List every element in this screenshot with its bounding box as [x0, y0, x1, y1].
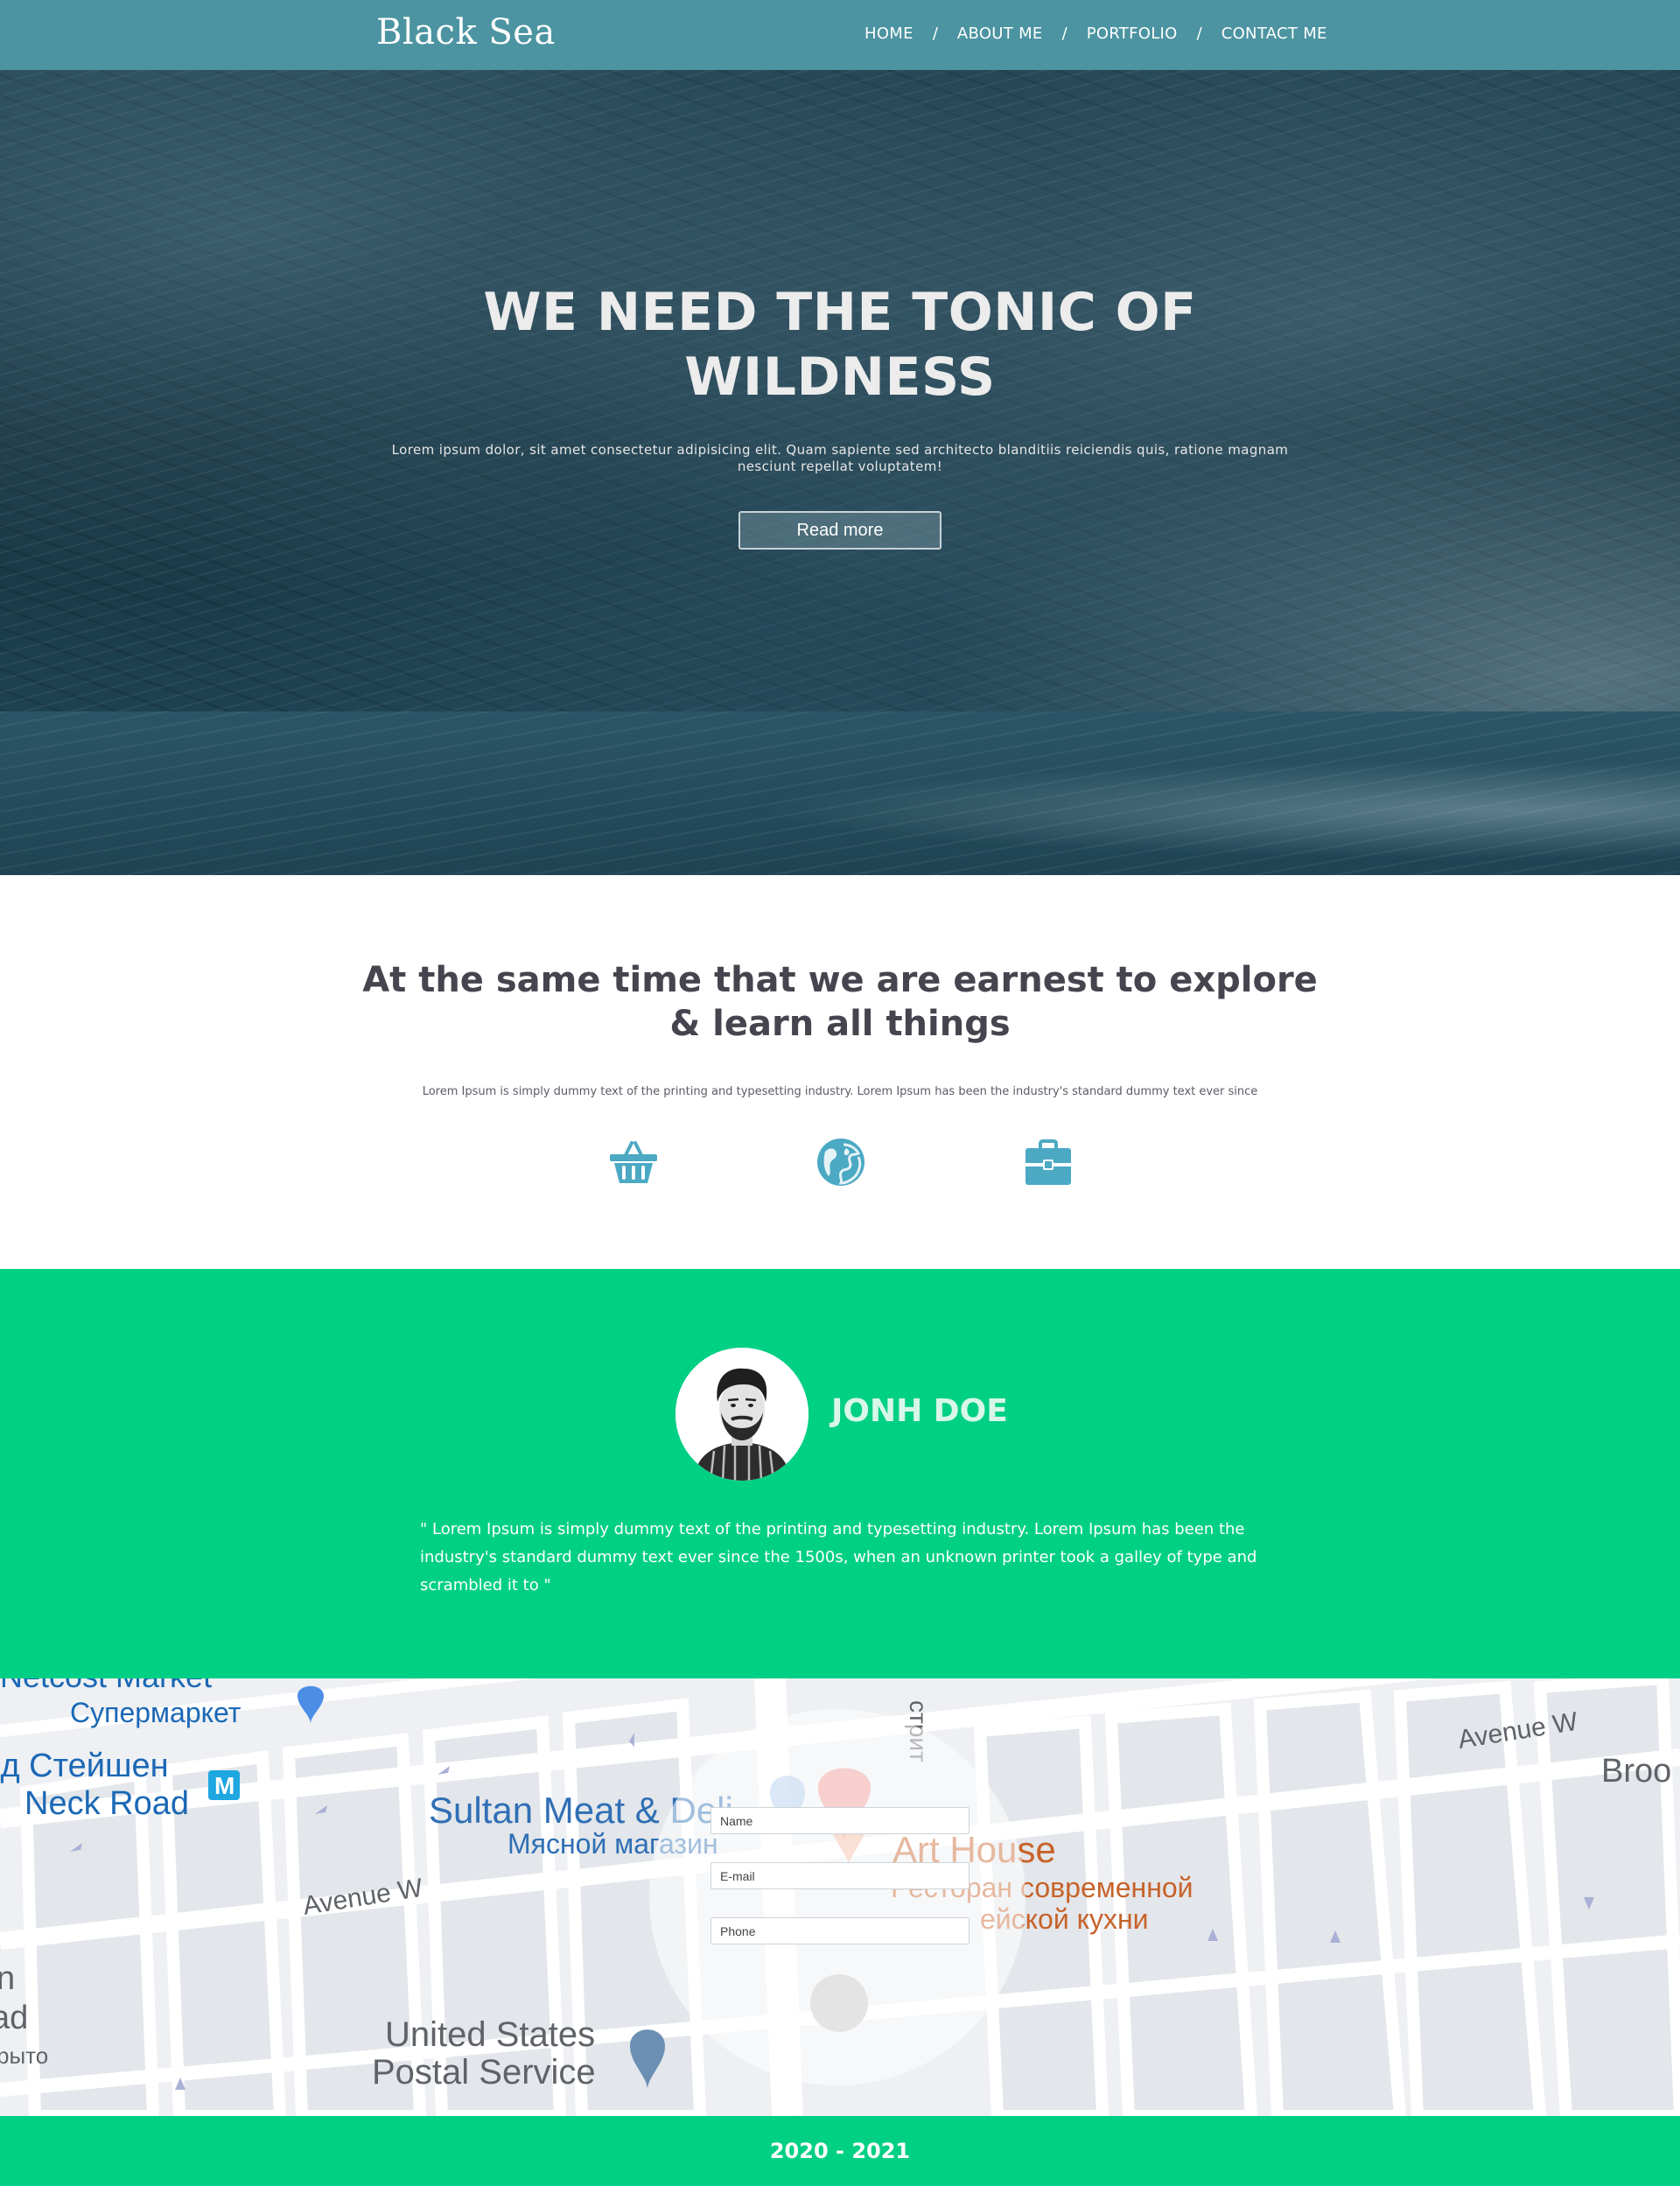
- map-label-usps2: Postal Service: [372, 2053, 596, 2091]
- map-label-usps1: United States: [385, 2015, 595, 2054]
- nav-separator: /: [1061, 25, 1068, 43]
- about-title-line2: & learn all things: [669, 1004, 1011, 1044]
- phone-field[interactable]: [710, 1917, 970, 1944]
- map-label-neck-road: Neck Road: [24, 1785, 189, 1822]
- main-nav: HOME / ABOUT ME / PORTFOLIO / CONTACT ME: [864, 25, 1327, 43]
- map-label-market-ru: Супермаркет: [70, 1697, 242, 1728]
- hero-title: WE NEED THE TONIC OF WILDNESS: [0, 280, 1680, 410]
- hero-background-lower: [0, 711, 1680, 875]
- map-label-metro: M: [214, 1772, 234, 1799]
- email-field[interactable]: [710, 1862, 970, 1889]
- name-field[interactable]: [710, 1807, 970, 1834]
- map-label-station-ru: ід Стейшен: [0, 1748, 169, 1784]
- nav-separator: /: [1196, 25, 1202, 43]
- map-label-left-ad: ad: [0, 2000, 28, 2036]
- basket-icon: [607, 1136, 660, 1188]
- nav-contact-me[interactable]: CONTACT ME: [1222, 25, 1327, 43]
- nav-home[interactable]: HOME: [864, 25, 914, 43]
- hero-description: Lorem ipsum dolor, sit amet consectetur …: [391, 442, 1289, 474]
- site-header: Black Sea HOME / ABOUT ME / PORTFOLIO / …: [0, 0, 1680, 70]
- footer-copyright: 2020 - 2021: [769, 2139, 911, 2163]
- map-label-left-n: n: [0, 1960, 15, 1997]
- nav-about-me[interactable]: ABOUT ME: [957, 25, 1043, 43]
- read-more-button[interactable]: Read more: [738, 511, 942, 550]
- map-label-broo: Broo: [1601, 1753, 1671, 1790]
- hero-title-line1: WE NEED THE TONIC OF: [483, 282, 1197, 343]
- about-title-line1: At the same time that we are earnest to …: [362, 960, 1318, 1000]
- site-logo[interactable]: Black Sea: [376, 12, 556, 53]
- nav-separator: /: [932, 25, 938, 43]
- about-title: At the same time that we are earnest to …: [315, 958, 1365, 1046]
- site-footer: 2020 - 2021: [0, 2116, 1680, 2186]
- hero-section: WE NEED THE TONIC OF WILDNESS Lorem ipsu…: [0, 70, 1680, 875]
- map-section[interactable]: Netcost Market Супермаркет ід Стейшен Ne…: [0, 1678, 1680, 2116]
- testimonial-section: JONH DOE " Lorem Ipsum is simply dummy t…: [0, 1269, 1680, 1678]
- hero-title-line2: WILDNESS: [684, 347, 996, 408]
- testimonial-quote: " Lorem Ipsum is simply dummy text of th…: [420, 1520, 1257, 1594]
- briefcase-icon: [1022, 1136, 1074, 1188]
- nav-portfolio[interactable]: PORTFOLIO: [1087, 25, 1178, 43]
- submit-button[interactable]: [810, 1974, 868, 2032]
- globe-icon: [815, 1136, 867, 1188]
- map-label-market: Netcost Market: [0, 1678, 212, 1694]
- map-label-left-ru: рыто: [0, 2042, 48, 2069]
- person-name: JONH DOE: [831, 1393, 1008, 1429]
- about-description: Lorem Ipsum is simply dummy text of the …: [422, 1085, 1258, 1098]
- avatar: [676, 1348, 808, 1481]
